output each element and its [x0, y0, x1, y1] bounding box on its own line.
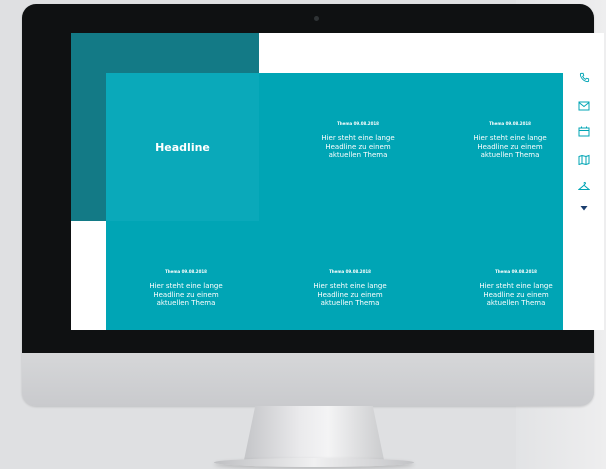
monitor-chin	[22, 353, 594, 406]
article-title[interactable]: Hier steht eine lange Headline zu einem …	[145, 282, 227, 308]
featured-headline-tile[interactable]: Headline	[106, 73, 259, 221]
article-date: Thema 09.08.2018	[165, 269, 207, 274]
camera-icon	[314, 16, 319, 21]
hanger-icon[interactable]	[577, 180, 591, 192]
article-card[interactable]: Thema 09.08.2018 Hier steht eine lange H…	[116, 269, 256, 308]
mail-icon[interactable]	[577, 100, 591, 112]
article-card[interactable]: Thema 09.08.2018 Hier steht eine lange H…	[440, 121, 580, 160]
article-title[interactable]: Hier steht eine lange Headline zu einem …	[469, 134, 551, 160]
article-date: Thema 09.08.2018	[495, 269, 537, 274]
featured-headline: Headline	[155, 140, 210, 154]
article-date: Thema 09.08.2018	[329, 269, 371, 274]
phone-icon[interactable]	[577, 71, 591, 83]
imac-monitor: Headline Thema 09.08.2018 Hier steht ein…	[22, 4, 604, 406]
monitor-stand	[244, 406, 384, 460]
website-screen: Headline Thema 09.08.2018 Hier steht ein…	[71, 33, 604, 330]
calendar-icon[interactable]	[577, 125, 591, 137]
article-card[interactable]: Thema 09.08.2018 Hier steht eine lange H…	[446, 269, 586, 308]
article-card[interactable]: Thema 09.08.2018 Hier steht eine lange H…	[280, 269, 420, 308]
article-card[interactable]: Thema 09.08.2018 Hier steht eine lange H…	[288, 121, 428, 160]
article-title[interactable]: Hier steht eine lange Headline zu einem …	[317, 134, 399, 160]
arrow-down-icon[interactable]	[577, 202, 591, 214]
article-date: Thema 09.08.2018	[337, 121, 379, 126]
screen-bezel: Headline Thema 09.08.2018 Hier steht ein…	[22, 4, 604, 353]
monitor-stand-base	[214, 458, 414, 467]
article-title[interactable]: Hier steht eine lange Headline zu einem …	[475, 282, 557, 308]
map-icon[interactable]	[577, 153, 591, 165]
article-title[interactable]: Hier steht eine lange Headline zu einem …	[309, 282, 391, 308]
article-date: Thema 09.08.2018	[489, 121, 531, 126]
